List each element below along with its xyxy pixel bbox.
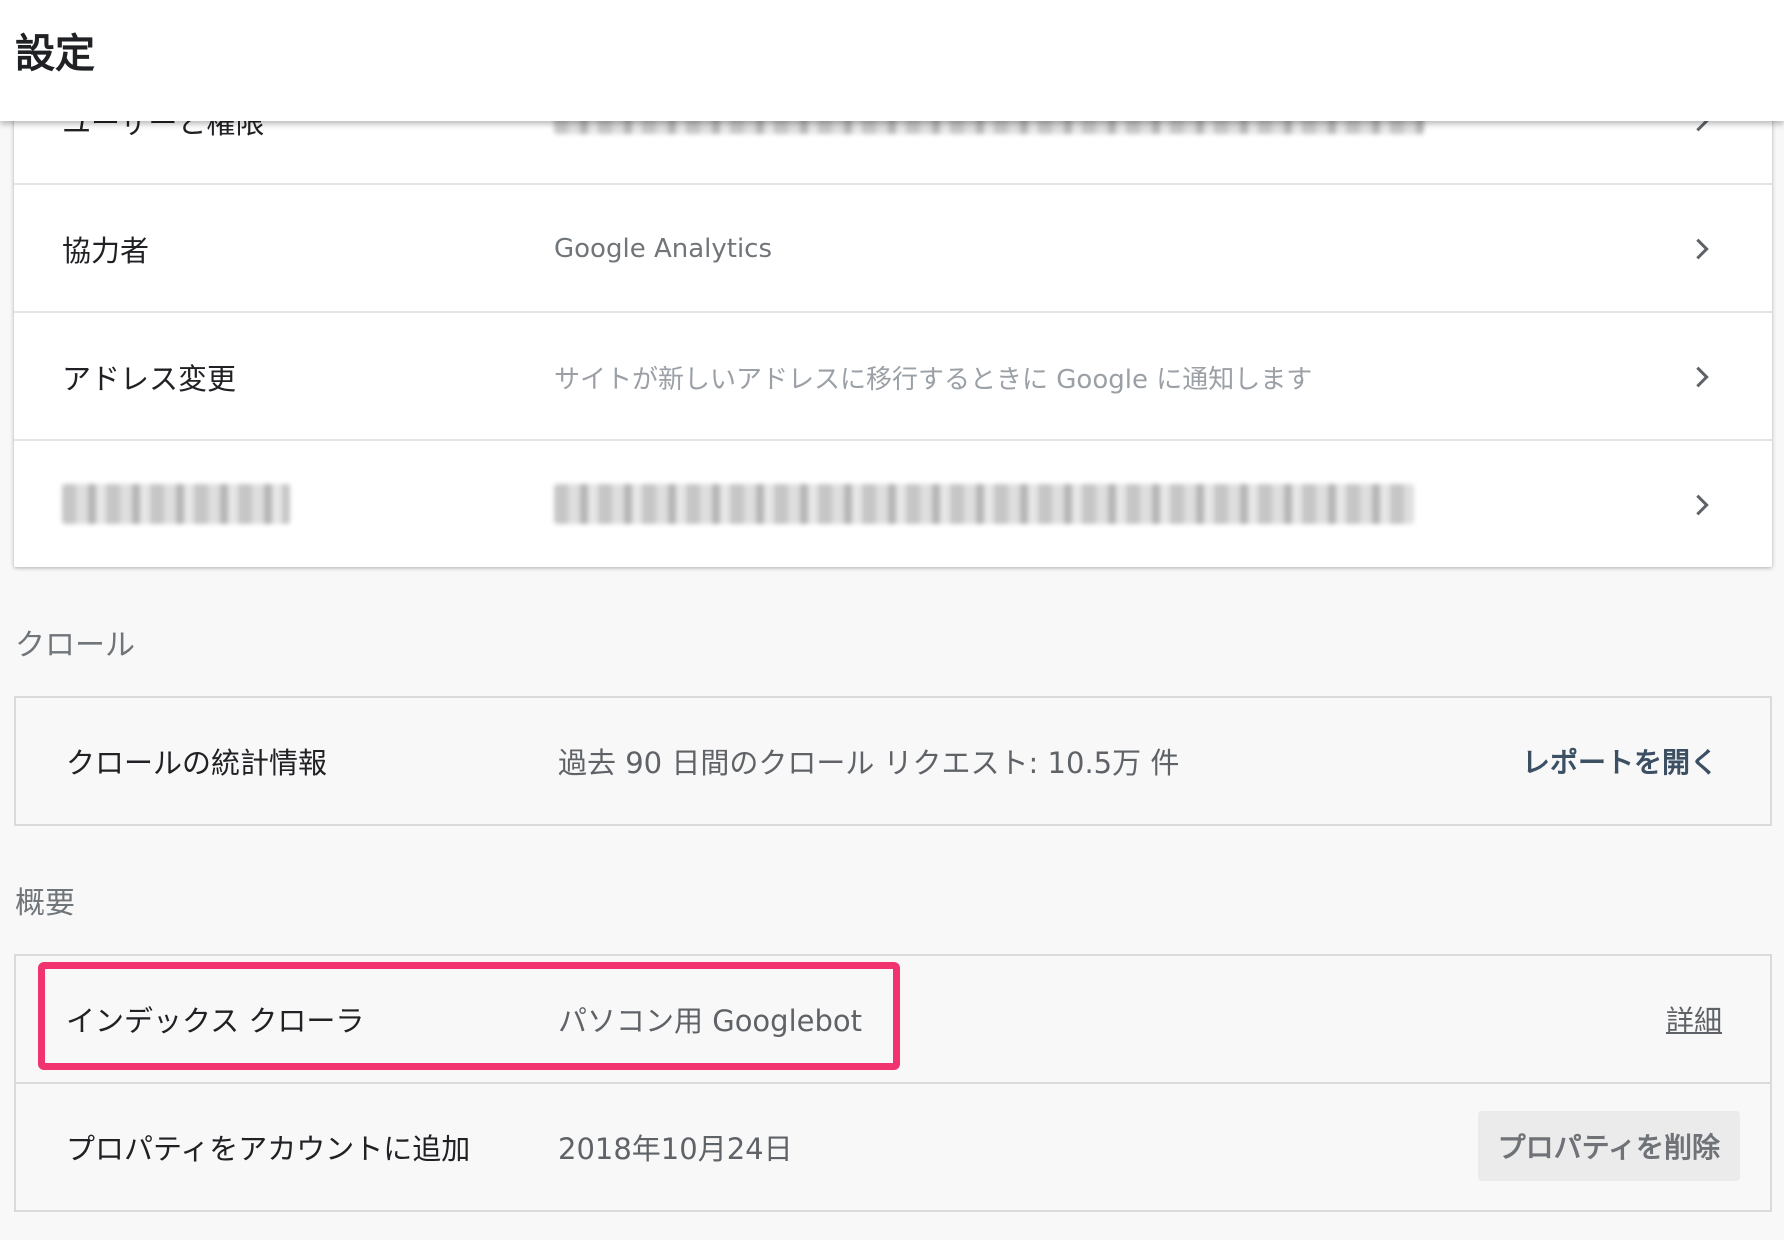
settings-page: ユーザーと権限 協力者 Google Analytics アドレス変更 サイトが…: [0, 0, 1784, 1240]
settings-row-collaborators[interactable]: 協力者 Google Analytics: [14, 185, 1772, 313]
index-crawler-label: インデックス クローラ: [66, 1004, 365, 1038]
details-link[interactable]: 詳細: [1666, 956, 1722, 1082]
chevron-right-icon: [1688, 235, 1716, 263]
crawl-panel: クロールの統計情報 過去 90 日間のクロール リクエスト: 10.5万 件 レ…: [14, 696, 1772, 826]
settings-row-change-of-address[interactable]: アドレス変更 サイトが新しいアドレスに移行するときに Google に通知します: [14, 313, 1772, 441]
section-heading-crawl: クロール: [15, 628, 135, 663]
settings-row-value-blurred: [554, 441, 1414, 567]
crawl-stats-row: クロールの統計情報 過去 90 日間のクロール リクエスト: 10.5万 件 レ…: [16, 698, 1770, 824]
property-added-label: プロパティをアカウントに追加: [66, 1132, 471, 1166]
property-added-date: 2018年10月24日: [558, 1132, 793, 1166]
settings-row-label: 協力者: [62, 234, 150, 268]
page-title: 設定: [15, 31, 95, 77]
crawl-stats-value: 過去 90 日間のクロール リクエスト: 10.5万 件: [558, 746, 1180, 780]
open-report-link[interactable]: レポートを開く: [1522, 698, 1718, 824]
overview-panel: インデックス クローラ パソコン用 Googlebot 詳細 プロパティをアカウ…: [14, 954, 1772, 1212]
settings-row-label-blurred: [62, 441, 290, 567]
index-crawler-value: パソコン用 Googlebot: [558, 1004, 863, 1038]
settings-row-blurred[interactable]: [14, 441, 1772, 567]
chevron-right-icon: [1688, 363, 1716, 391]
index-crawler-row: インデックス クローラ パソコン用 Googlebot 詳細: [16, 956, 1770, 1082]
delete-property-button[interactable]: プロパティを削除: [1477, 1111, 1740, 1181]
blurred-text: [554, 484, 1414, 524]
settings-row-label: アドレス変更: [62, 362, 237, 396]
settings-card: ユーザーと権限 協力者 Google Analytics アドレス変更 サイトが…: [14, 57, 1772, 567]
settings-row-value: Google Analytics: [554, 234, 773, 264]
blurred-text: [62, 484, 290, 524]
section-heading-overview: 概要: [15, 886, 75, 921]
app-header: 設定: [0, 0, 1784, 121]
chevron-right-icon: [1688, 491, 1716, 519]
property-added-row: プロパティをアカウントに追加 2018年10月24日 プロパティを削除: [16, 1082, 1770, 1210]
crawl-stats-label: クロールの統計情報: [66, 746, 328, 780]
settings-row-value: サイトが新しいアドレスに移行するときに Google に通知します: [554, 364, 1313, 395]
